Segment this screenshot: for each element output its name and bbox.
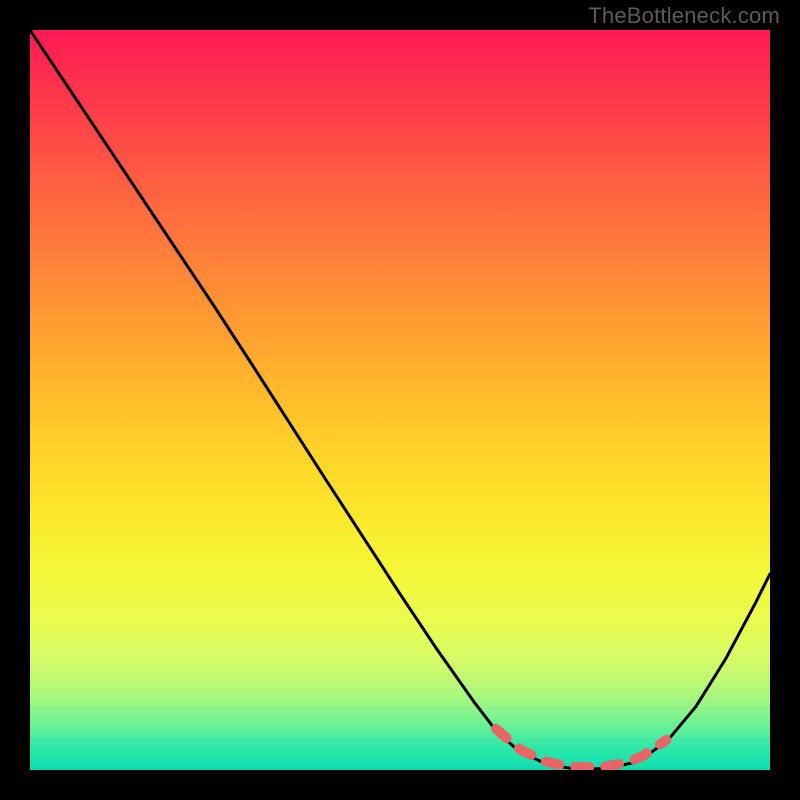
curve-svg — [30, 30, 770, 770]
chart-frame: TheBottleneck.com — [0, 0, 800, 800]
watermark-text: TheBottleneck.com — [588, 3, 780, 29]
flat-region-dash — [496, 729, 666, 767]
plot-area — [30, 30, 770, 770]
bottleneck-curve-path — [30, 30, 770, 769]
